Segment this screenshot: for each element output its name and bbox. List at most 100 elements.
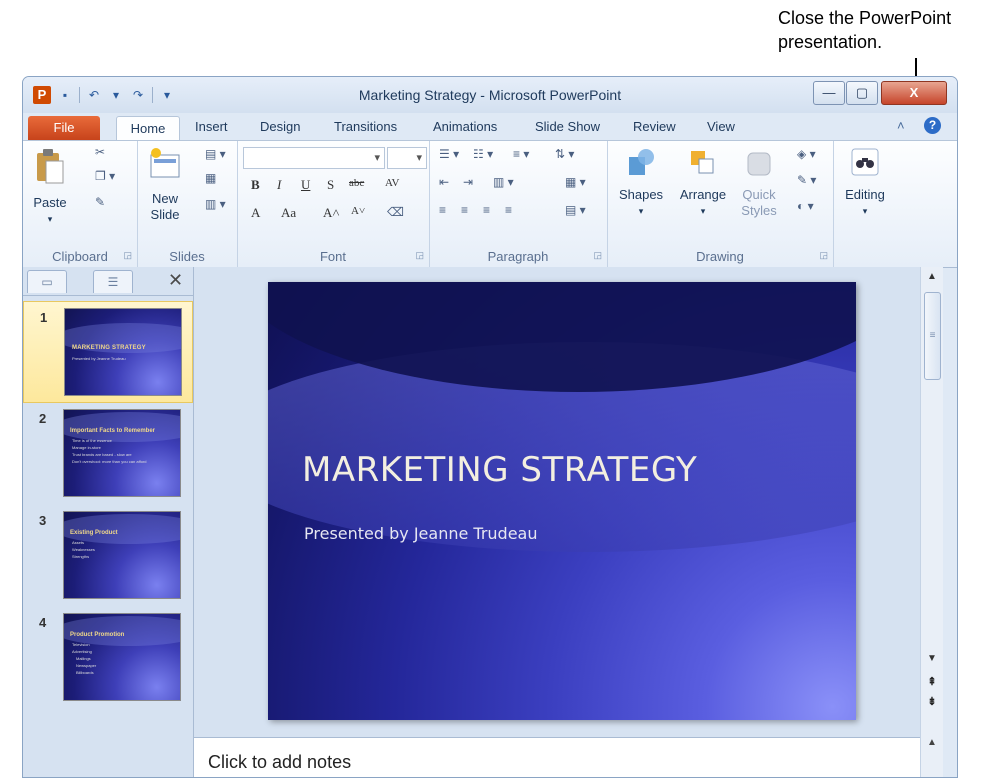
tab-insert[interactable]: Insert: [195, 119, 228, 134]
slide-thumbnail-2[interactable]: 2 Important Facts to Remember Time is of…: [23, 403, 191, 503]
change-case-button[interactable]: Aa: [281, 205, 296, 221]
vertical-scrollbar[interactable]: ▲ ≡ ▼ ⇞ ⇟: [920, 267, 943, 737]
new-slide-label-2: Slide: [150, 207, 180, 222]
shrink-font-button[interactable]: A˅: [351, 205, 365, 217]
quick-styles-button[interactable]: Quick Styles: [735, 147, 783, 219]
align-right-icon[interactable]: ≡: [483, 203, 490, 217]
slide-thumbnail-4[interactable]: 4 Product Promotion Television Advertisi…: [23, 607, 191, 707]
group-drawing: Shapes ▾ Arrange ▾ Quick Styles ◈ ▾ ✎ ▾: [607, 141, 834, 267]
reset-slide-icon[interactable]: ▦: [205, 171, 216, 185]
group-editing: Editing ▾: [833, 141, 897, 267]
tab-animations[interactable]: Animations: [433, 119, 497, 134]
layout-icon[interactable]: ▤ ▾: [205, 147, 226, 161]
shapes-dropdown-icon[interactable]: ▾: [615, 203, 667, 219]
section-icon[interactable]: ▥ ▾: [205, 197, 226, 211]
tab-home[interactable]: Home: [116, 116, 180, 141]
thumbnail-bullet: Time is of the essence: [72, 438, 112, 443]
tab-transitions[interactable]: Transitions: [334, 119, 397, 134]
increase-indent-icon[interactable]: ⇥: [463, 175, 473, 189]
text-direction-icon[interactable]: ⇅ ▾: [555, 147, 574, 161]
notes-scroll-up-icon[interactable]: ▲: [920, 737, 943, 777]
thumbnail-bullet: Mailings: [76, 656, 91, 661]
paragraph-launcher-icon[interactable]: ◲: [593, 250, 602, 261]
outline-tab-icon[interactable]: ☰: [93, 270, 133, 293]
ribbon-home: Paste ▾ ✂ ❐ ▾ ✎ Clipboard ◲ New Slide ▤ …: [23, 140, 957, 268]
character-spacing-button[interactable]: AV: [385, 177, 399, 189]
quick-styles-label-1: Quick: [742, 187, 776, 202]
notes-placeholder[interactable]: Click to add notes: [208, 752, 351, 773]
editing-dropdown-icon[interactable]: ▾: [839, 203, 891, 219]
font-name-combo[interactable]: ▾: [243, 147, 385, 169]
italic-button[interactable]: I: [277, 177, 281, 193]
font-color-button[interactable]: A: [251, 205, 260, 221]
center-icon[interactable]: ≡: [461, 203, 468, 217]
shapes-label: Shapes: [618, 187, 664, 202]
minimize-ribbon-icon[interactable]: ˄: [897, 118, 905, 133]
close-button[interactable]: X: [881, 81, 947, 105]
align-left-icon[interactable]: ≡: [439, 203, 446, 217]
strikethrough-button[interactable]: abc: [349, 177, 364, 189]
slide-thumbnail-1[interactable]: 1 MARKETING STRATEGY Presented by Jeanne…: [23, 301, 193, 403]
scroll-up-icon[interactable]: ▲: [921, 271, 943, 282]
minimize-button[interactable]: —: [813, 81, 845, 105]
close-pane-icon[interactable]: ✕: [168, 270, 183, 291]
font-launcher-icon[interactable]: ◲: [415, 250, 424, 261]
bold-button[interactable]: B: [251, 177, 260, 193]
quick-styles-label-2: Styles: [741, 203, 777, 218]
grow-font-button[interactable]: A˄: [323, 205, 340, 221]
shape-fill-icon[interactable]: ◈ ▾: [797, 147, 816, 161]
align-text-icon[interactable]: ▦ ▾: [565, 175, 586, 189]
format-painter-icon[interactable]: ✎: [95, 195, 105, 209]
paste-dropdown-icon[interactable]: ▾: [31, 211, 69, 227]
slides-tab-icon[interactable]: ▭: [27, 270, 67, 293]
new-slide-button[interactable]: New Slide: [141, 147, 189, 223]
underline-button[interactable]: U: [301, 177, 310, 193]
scroll-thumb[interactable]: ≡: [924, 292, 941, 380]
drawing-launcher-icon[interactable]: ◲: [819, 250, 828, 261]
line-spacing-icon[interactable]: ≡ ▾: [513, 147, 529, 161]
new-slide-label-1: New: [151, 191, 178, 206]
editing-button[interactable]: Editing ▾: [839, 147, 891, 219]
thumbnail-bullet: Weaknesses: [72, 547, 95, 552]
tab-file[interactable]: File: [28, 116, 100, 140]
shape-outline-icon[interactable]: ✎ ▾: [797, 173, 816, 187]
shape-effects-icon[interactable]: ◐ ▾: [797, 199, 814, 213]
thumbnail-bullet: Advertising: [72, 649, 92, 654]
next-slide-icon[interactable]: ⇟: [921, 695, 943, 708]
tab-slideshow[interactable]: Slide Show: [535, 119, 600, 134]
slide-number: 4: [39, 615, 47, 630]
bullets-icon[interactable]: ☰ ▾: [439, 147, 459, 161]
tab-design[interactable]: Design: [260, 119, 300, 134]
slide-title[interactable]: MARKETING STRATEGY: [302, 450, 697, 490]
slide-thumbnail-3[interactable]: 3 Existing Product Assets Weaknesses Str…: [23, 505, 191, 605]
notes-pane[interactable]: Click to add notes: [194, 737, 920, 777]
shadow-button[interactable]: S: [327, 177, 334, 193]
thumbnail-bullet: Television: [72, 642, 90, 647]
tab-review[interactable]: Review: [633, 119, 676, 134]
arrange-dropdown-icon[interactable]: ▾: [673, 203, 733, 219]
copy-icon[interactable]: ❐ ▾: [95, 169, 115, 183]
slide-subtitle[interactable]: Presented by Jeanne Trudeau: [304, 524, 538, 543]
shapes-button[interactable]: Shapes ▾: [615, 147, 667, 219]
previous-slide-icon[interactable]: ⇞: [921, 675, 943, 688]
thumbnail-bullet: Strengths: [72, 554, 90, 559]
arrange-label: Arrange: [679, 187, 727, 202]
justify-icon[interactable]: ≡: [505, 203, 512, 217]
slide-thumbnail-image: Product Promotion Television Advertising…: [63, 613, 181, 701]
clear-formatting-icon[interactable]: ⌫: [387, 205, 404, 219]
help-icon[interactable]: ?: [924, 117, 941, 134]
numbering-icon[interactable]: ☷ ▾: [473, 147, 493, 161]
scroll-down-icon[interactable]: ▼: [921, 653, 943, 664]
decrease-indent-icon[interactable]: ⇤: [439, 175, 449, 189]
tab-view[interactable]: View: [707, 119, 735, 134]
cut-icon[interactable]: ✂: [95, 145, 105, 159]
pane-tabs: ▭ ☰ ✕: [23, 267, 193, 296]
font-size-combo[interactable]: ▾: [387, 147, 427, 169]
arrange-button[interactable]: Arrange ▾: [673, 147, 733, 219]
paste-button[interactable]: Paste ▾: [31, 147, 69, 227]
maximize-button[interactable]: ▢: [846, 81, 878, 105]
clipboard-launcher-icon[interactable]: ◲: [123, 250, 132, 261]
current-slide[interactable]: MARKETING STRATEGY Presented by Jeanne T…: [268, 282, 856, 720]
columns-icon[interactable]: ▥ ▾: [493, 175, 514, 189]
smartart-icon[interactable]: ▤ ▾: [565, 203, 586, 217]
